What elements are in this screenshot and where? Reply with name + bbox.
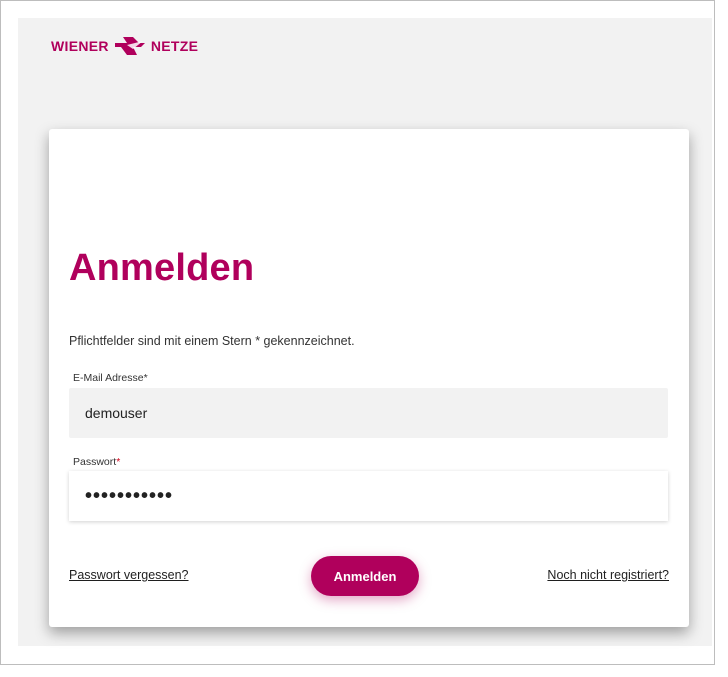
required-star: * xyxy=(116,456,121,468)
password-label: Passwort* xyxy=(73,456,120,468)
email-field[interactable]: demouser xyxy=(69,388,668,438)
brand-logo[interactable]: WIENER NETZE xyxy=(51,35,198,57)
password-field[interactable]: ••••••••••• xyxy=(69,471,668,521)
email-label: E-Mail Adresse* xyxy=(73,372,148,384)
login-button[interactable]: Anmelden xyxy=(311,556,419,596)
email-value: demouser xyxy=(85,405,148,421)
window-frame: WIENER NETZE Anmelden Pflichtfelder sind… xyxy=(0,0,715,665)
forgot-password-link[interactable]: Passwort vergessen? xyxy=(69,568,189,582)
register-link[interactable]: Noch nicht registriert? xyxy=(547,568,669,582)
wiener-netze-logo-icon xyxy=(114,37,145,55)
login-card: Anmelden Pflichtfelder sind mit einem St… xyxy=(49,129,689,627)
password-label-text: Passwort xyxy=(73,456,117,468)
required-fields-note: Pflichtfelder sind mit einem Stern * gek… xyxy=(69,334,355,348)
brand-name-right: NETZE xyxy=(150,38,199,54)
brand-name-left: WIENER xyxy=(51,38,109,54)
page-title: Anmelden xyxy=(69,247,255,289)
password-value: ••••••••••• xyxy=(85,484,174,507)
